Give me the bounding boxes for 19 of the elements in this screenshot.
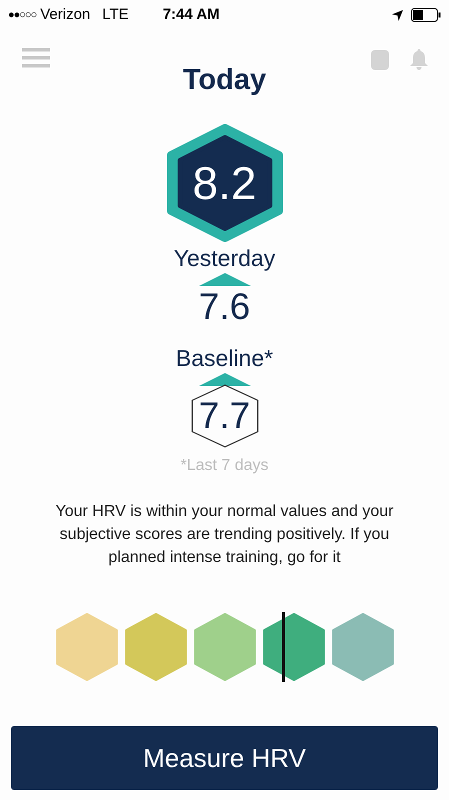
yesterday-score: 7.6: [198, 286, 250, 328]
network-type: LTE: [102, 4, 129, 25]
page-title: Today: [182, 63, 266, 98]
yesterday-label: Yesterday: [174, 244, 276, 272]
carrier-name: Verizon: [40, 4, 90, 25]
signal-strength: ●●○○○: [8, 8, 36, 23]
square-button[interactable]: [371, 50, 389, 70]
measure-hrv-button[interactable]: Measure HRV: [11, 726, 438, 790]
menu-button[interactable]: [22, 48, 50, 68]
status-time: 7:44 AM: [162, 4, 220, 25]
baseline-score: 7.7: [198, 394, 250, 438]
baseline-note: *Last 7 days: [180, 456, 269, 476]
battery-icon: [411, 8, 441, 22]
status-message: Your HRV is within your normal values and your subjective scores are trending positively. If you planned intense training, go for it: [54, 502, 394, 568]
today-score: 8.2: [192, 156, 256, 210]
scale-marker: [282, 612, 284, 682]
notifications-button[interactable]: [409, 49, 429, 70]
baseline-label: Baseline*: [176, 344, 274, 372]
location-arrow-icon: [392, 10, 403, 20]
